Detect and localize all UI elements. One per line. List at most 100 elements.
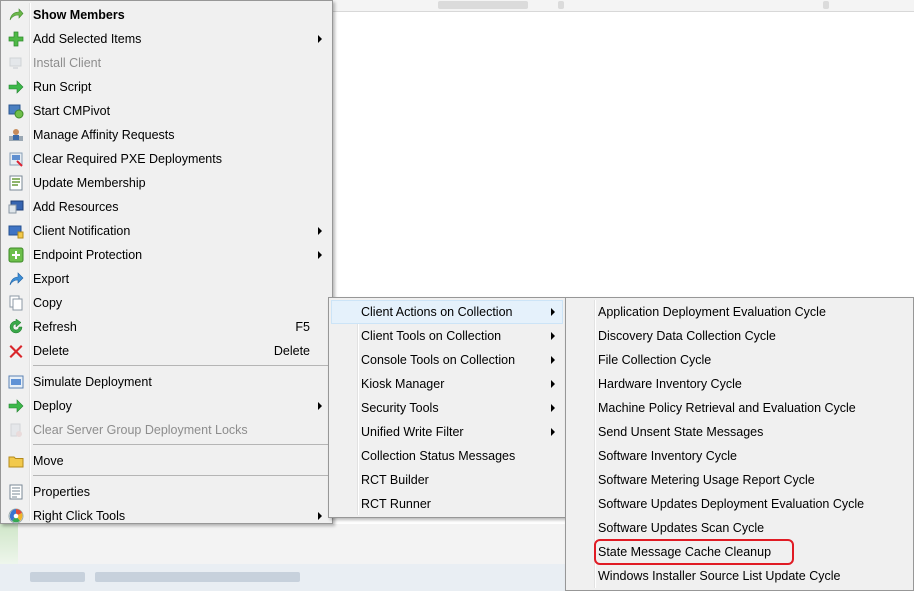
menu-item-label: Simulate Deployment — [33, 375, 152, 389]
menu-item-label: Security Tools — [361, 401, 439, 415]
menu-item-label: Client Notification — [33, 224, 131, 238]
menu-item-label: Show Members — [33, 8, 125, 22]
right-click-tools-submenu: Client Actions on Collection Client Tools… — [328, 297, 566, 518]
main_menu-item-install-client: Install Client — [3, 51, 330, 75]
main_menu-item-endpoint-protection[interactable]: Endpoint Protection — [3, 243, 330, 267]
menu-item-label: Install Client — [33, 56, 102, 70]
main_menu-item-clear-server-group-deployment-locks: Clear Server Group Deployment Locks — [3, 418, 330, 442]
refresh-icon — [8, 318, 24, 335]
main_menu-item-right-click-tools[interactable]: Right Click Tools — [3, 504, 330, 528]
right-click-tools-icon — [8, 508, 24, 524]
actions_menu-item-hardware-inventory-cycle[interactable]: Hardware Inventory Cycle — [568, 372, 911, 396]
menu-item-label: Client Tools on Collection — [361, 329, 502, 343]
add-icon — [8, 31, 24, 47]
main_menu-item-update-membership[interactable]: Update Membership — [3, 171, 330, 195]
menu-item-label: Client Actions on Collection — [361, 305, 513, 319]
pxe-icon — [8, 151, 24, 167]
rct_menu-item-client-tools-on-collection[interactable]: Client Tools on Collection — [331, 324, 563, 348]
main_menu-item-run-script[interactable]: Run Script — [3, 75, 330, 99]
menu-item-label: Right Click Tools — [33, 509, 126, 523]
main_menu-item-export[interactable]: Export — [3, 267, 330, 291]
menu-item-label: Console Tools on Collection — [361, 353, 516, 367]
simulate-deployment-icon — [8, 374, 24, 390]
rct_menu-item-security-tools[interactable]: Security Tools — [331, 396, 563, 420]
main_menu-item-start-cmpivot[interactable]: Start CMPivot — [3, 99, 330, 123]
blurred-text — [823, 1, 829, 9]
blurred-text — [438, 1, 528, 9]
menu-item-label: Delete — [33, 344, 70, 358]
menu-item-label: Refresh — [33, 320, 77, 334]
menu-item-label: Manage Affinity Requests — [33, 128, 175, 142]
main_menu-item-manage-affinity-requests[interactable]: Manage Affinity Requests — [3, 123, 330, 147]
actions_menu-item-application-deployment-evaluation-cycle[interactable]: Application Deployment Evaluation Cycle — [568, 300, 911, 324]
main_menu-item-delete[interactable]: Delete Delete — [3, 339, 330, 363]
submenu-arrow-icon — [318, 512, 322, 520]
main_menu-item-deploy[interactable]: Deploy — [3, 394, 330, 418]
menu-item-label: Copy — [33, 296, 63, 310]
menu-item-label: Application Deployment Evaluation Cycle — [598, 305, 826, 319]
actions_menu-item-software-updates-deployment-evaluation-cycle[interactable]: Software Updates Deployment Evaluation C… — [568, 492, 911, 516]
affinity-icon — [8, 127, 24, 143]
menu-item-label: Software Updates Deployment Evaluation C… — [598, 497, 865, 511]
submenu-arrow-icon — [551, 308, 555, 316]
menu-item-label: File Collection Cycle — [598, 353, 712, 367]
blurred-text — [558, 1, 564, 9]
menu-item-label: Run Script — [33, 80, 92, 94]
background-panel — [0, 524, 18, 564]
cmpivot-icon — [8, 103, 24, 119]
blurred-text — [95, 572, 300, 582]
actions_menu-item-discovery-data-collection-cycle[interactable]: Discovery Data Collection Cycle — [568, 324, 911, 348]
actions_menu-item-windows-installer-source-list-update-cycle[interactable]: Windows Installer Source List Update Cyc… — [568, 564, 911, 588]
update-membership-icon — [8, 175, 24, 191]
blurred-text — [30, 572, 85, 582]
main_menu-item-move[interactable]: Move — [3, 449, 330, 473]
annotation-highlight-box — [594, 539, 794, 565]
show-members-icon — [8, 7, 24, 23]
rct_menu-item-console-tools-on-collection[interactable]: Console Tools on Collection — [331, 348, 563, 372]
rct_menu-item-kiosk-manager[interactable]: Kiosk Manager — [331, 372, 563, 396]
submenu-arrow-icon — [551, 332, 555, 340]
main_menu-item-add-resources[interactable]: Add Resources — [3, 195, 330, 219]
main_menu-item-add-selected-items[interactable]: Add Selected Items — [3, 27, 330, 51]
menu-item-label: Add Selected Items — [33, 32, 142, 46]
submenu-arrow-icon — [551, 356, 555, 364]
menu-item-label: Software Metering Usage Report Cycle — [598, 473, 815, 487]
main_menu-item-show-members[interactable]: Show Members — [3, 3, 330, 27]
menu-item-label: Properties — [33, 485, 90, 499]
actions_menu-item-send-unsent-state-messages[interactable]: Send Unsent State Messages — [568, 420, 911, 444]
main_menu-item-simulate-deployment[interactable]: Simulate Deployment — [3, 370, 330, 394]
actions_menu-item-file-collection-cycle[interactable]: File Collection Cycle — [568, 348, 911, 372]
menu-item-label: Update Membership — [33, 176, 146, 190]
menu-item-label: Export — [33, 272, 70, 286]
actions_menu-item-software-inventory-cycle[interactable]: Software Inventory Cycle — [568, 444, 911, 468]
menu-item-label: Collection Status Messages — [361, 449, 516, 463]
main_menu-item-refresh[interactable]: Refresh F5 — [3, 315, 330, 339]
menu-item-label: Send Unsent State Messages — [598, 425, 764, 439]
rct_menu-item-rct-builder[interactable]: RCT Builder — [331, 468, 563, 492]
main_menu-item-properties[interactable]: Properties — [3, 480, 330, 504]
main_menu-item-clear-required-pxe-deployments[interactable]: Clear Required PXE Deployments — [3, 147, 330, 171]
menu-item-label: Software Inventory Cycle — [598, 449, 737, 463]
delete-icon — [8, 343, 24, 359]
rct_menu-item-collection-status-messages[interactable]: Collection Status Messages — [331, 444, 563, 468]
actions_menu-item-machine-policy-retrieval-and-evaluation-cycle[interactable]: Machine Policy Retrieval and Evaluation … — [568, 396, 911, 420]
submenu-arrow-icon — [551, 428, 555, 436]
menu-item-label: Move — [33, 454, 64, 468]
main_menu-item-copy[interactable]: Copy — [3, 291, 330, 315]
server-group-icon — [8, 422, 24, 438]
install-client-icon — [8, 55, 24, 71]
menu-item-label: Deploy — [33, 399, 72, 413]
rct_menu-item-unified-write-filter[interactable]: Unified Write Filter — [331, 420, 563, 444]
rct_menu-item-client-actions-on-collection[interactable]: Client Actions on Collection — [331, 300, 563, 324]
menu-item-label: Discovery Data Collection Cycle — [598, 329, 776, 343]
menu-item-label: RCT Runner — [361, 497, 431, 511]
submenu-arrow-icon — [551, 404, 555, 412]
actions_menu-item-software-metering-usage-report-cycle[interactable]: Software Metering Usage Report Cycle — [568, 468, 911, 492]
rct_menu-item-rct-runner[interactable]: RCT Runner — [331, 492, 563, 516]
actions_menu-item-software-updates-scan-cycle[interactable]: Software Updates Scan Cycle — [568, 516, 911, 540]
run-script-icon — [8, 79, 24, 95]
menu-item-label: Clear Server Group Deployment Locks — [33, 423, 248, 437]
submenu-arrow-icon — [318, 227, 322, 235]
main_menu-item-client-notification[interactable]: Client Notification — [3, 219, 330, 243]
endpoint-protection-icon — [8, 247, 24, 263]
